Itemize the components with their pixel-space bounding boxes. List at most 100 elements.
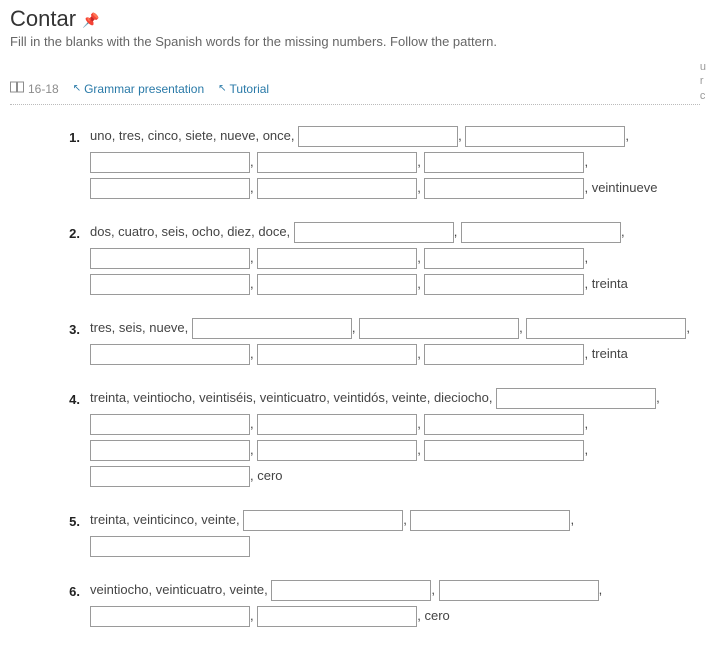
answer-blank[interactable] (192, 318, 352, 339)
question-text: , (519, 320, 526, 335)
question-text: , (250, 608, 257, 623)
question-text: , (250, 442, 257, 457)
question-text: , veintinueve (584, 180, 657, 195)
question-body: treinta, veintiocho, veintiséis, veintic… (90, 385, 700, 489)
question-number: 6. (56, 577, 80, 605)
answer-blank[interactable] (257, 440, 417, 461)
separator (10, 104, 700, 105)
answer-blank[interactable] (257, 344, 417, 365)
answer-blank[interactable] (90, 536, 250, 557)
answer-blank[interactable] (439, 580, 599, 601)
answer-blank[interactable] (257, 178, 417, 199)
answer-blank[interactable] (90, 606, 250, 627)
question-text: , (250, 416, 257, 431)
question-body: treinta, veinticinco, veinte, , , (90, 507, 700, 559)
question-text: , cero (417, 608, 450, 623)
question-text: , (250, 276, 257, 291)
question-text: , (417, 250, 424, 265)
answer-blank[interactable] (257, 606, 417, 627)
answer-blank[interactable] (526, 318, 686, 339)
answer-blank[interactable] (410, 510, 570, 531)
answer-blank[interactable] (424, 414, 584, 435)
question-text: , (250, 180, 257, 195)
answer-blank[interactable] (465, 126, 625, 147)
question-row: 2. dos, cuatro, seis, ocho, diez, doce, ,… (56, 219, 700, 297)
answer-blank[interactable] (257, 414, 417, 435)
answer-blank[interactable] (424, 152, 584, 173)
answer-blank[interactable] (359, 318, 519, 339)
question-text: treinta, veinticinco, veinte, (90, 512, 243, 527)
question-text: , (686, 320, 690, 335)
question-number: 4. (56, 385, 80, 413)
answer-blank[interactable] (424, 248, 584, 269)
question-text: , (584, 442, 588, 457)
answer-blank[interactable] (271, 580, 431, 601)
answer-blank[interactable] (496, 388, 656, 409)
page-title: Contar (10, 6, 76, 32)
answer-blank[interactable] (90, 152, 250, 173)
questions-list: 1.uno, tres, cinco, siete, nueve, once, … (10, 123, 700, 629)
question-text: , (250, 346, 257, 361)
question-text: , (417, 416, 424, 431)
answer-blank[interactable] (461, 222, 621, 243)
question-text: , (599, 582, 603, 597)
question-row: 4. treinta, veintiocho, veintiséis, veint… (56, 385, 700, 489)
question-text: , treinta (584, 276, 627, 291)
question-text: , (584, 250, 588, 265)
tutorial-link[interactable]: ↖ Tutorial (218, 82, 269, 96)
question-number: 2. (56, 219, 80, 247)
question-text: , (250, 250, 257, 265)
question-body: veintiocho, veinticuatro, veinte, , , , … (90, 577, 700, 629)
grammar-presentation-label: Grammar presentation (84, 82, 204, 96)
answer-blank[interactable] (424, 178, 584, 199)
answer-blank[interactable] (90, 414, 250, 435)
answer-blank[interactable] (424, 344, 584, 365)
question-text: uno, tres, cinco, siete, nueve, once, (90, 128, 298, 143)
question-text: , (458, 128, 465, 143)
answer-blank[interactable] (257, 248, 417, 269)
answer-blank[interactable] (294, 222, 454, 243)
popout-icon: ↖ (73, 83, 81, 94)
question-text: , (417, 442, 424, 457)
popout-icon: ↖ (218, 83, 226, 94)
answer-blank[interactable] (90, 274, 250, 295)
grammar-presentation-link[interactable]: ↖ Grammar presentation (73, 82, 204, 96)
question-row: 5.treinta, veinticinco, veinte, , , (56, 507, 700, 559)
answer-blank[interactable] (90, 466, 250, 487)
answer-blank[interactable] (424, 274, 584, 295)
question-text: , (417, 180, 424, 195)
question-text: , (621, 224, 625, 239)
answer-blank[interactable] (90, 178, 250, 199)
answer-blank[interactable] (257, 152, 417, 173)
tutorial-label: Tutorial (230, 82, 270, 96)
question-text: , (656, 390, 660, 405)
question-text: , (352, 320, 359, 335)
question-text: , (570, 512, 574, 527)
question-body: tres, seis, nueve, , , , , , , treinta (90, 315, 700, 367)
question-text: , (403, 512, 410, 527)
answer-blank[interactable] (243, 510, 403, 531)
question-text: , (584, 416, 588, 431)
book-icon (10, 81, 24, 96)
answer-blank[interactable] (90, 440, 250, 461)
question-body: uno, tres, cinco, siete, nueve, once, , … (90, 123, 700, 201)
question-row: 6. veintiocho, veinticuatro, veinte, , , … (56, 577, 700, 629)
question-row: 3.tres, seis, nueve, , , , , , , treinta (56, 315, 700, 367)
question-text: , treinta (584, 346, 627, 361)
textbook-ref: 16-18 (10, 81, 59, 96)
question-text: , (417, 276, 424, 291)
question-text: veintiocho, veinticuatro, veinte, (90, 582, 271, 597)
question-text: tres, seis, nueve, (90, 320, 192, 335)
page-range: 16-18 (28, 82, 59, 96)
question-text: , cero (250, 468, 283, 483)
answer-blank[interactable] (424, 440, 584, 461)
question-text: treinta, veintiocho, veintiséis, veintic… (90, 390, 496, 405)
question-text: , (454, 224, 461, 239)
answer-blank[interactable] (257, 274, 417, 295)
question-text: , (250, 154, 257, 169)
question-text: , (625, 128, 629, 143)
question-body: dos, cuatro, seis, ocho, diez, doce, , ,… (90, 219, 700, 297)
answer-blank[interactable] (90, 248, 250, 269)
answer-blank[interactable] (298, 126, 458, 147)
answer-blank[interactable] (90, 344, 250, 365)
